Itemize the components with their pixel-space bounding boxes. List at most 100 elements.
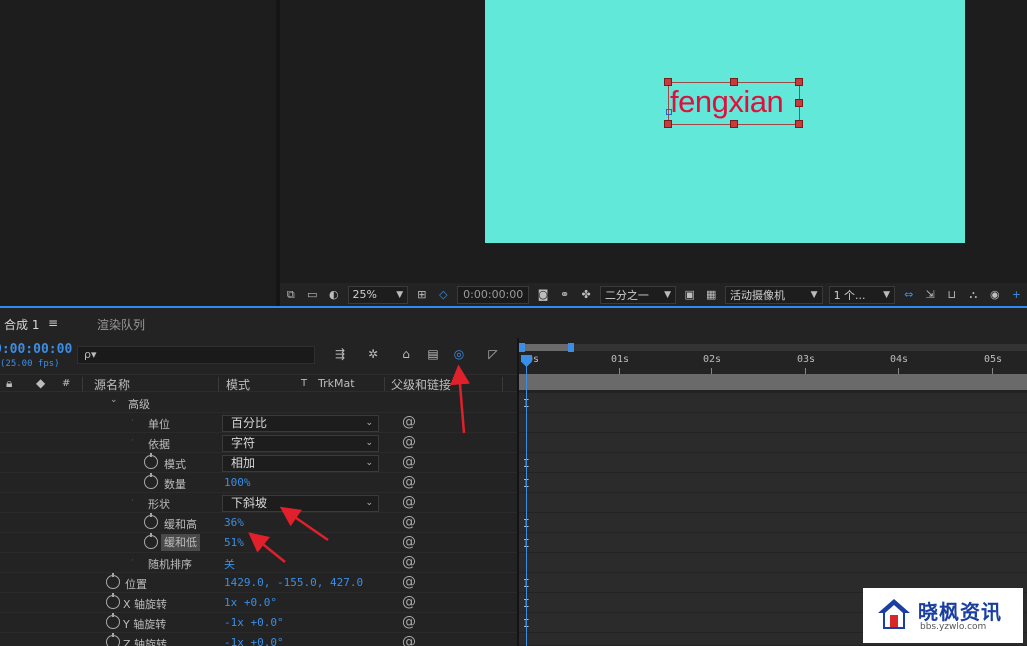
layer-search-input[interactable]: ρ▾	[77, 346, 315, 364]
tab-menu-icon[interactable]: ≡	[48, 316, 58, 330]
stopwatch-icon[interactable]	[106, 633, 120, 646]
work-area-end-handle[interactable]	[568, 343, 574, 352]
shape-dropdown[interactable]: 下斜坡 ⌄	[222, 495, 379, 512]
transparency-grid-icon[interactable]: ▦	[703, 288, 721, 302]
twirl-down-icon[interactable]: ⌄	[110, 395, 118, 405]
layer-duration-bar[interactable]	[519, 374, 1027, 390]
column-divider[interactable]	[502, 377, 503, 391]
pick-whip-icon[interactable]: @	[402, 434, 416, 450]
text-layer[interactable]: fengxian	[664, 78, 803, 128]
column-divider[interactable]	[82, 377, 83, 391]
current-time-field[interactable]: 0:00:00:00	[457, 285, 530, 304]
stopwatch-icon[interactable]	[144, 533, 158, 549]
property-row-advanced[interactable]: ⌄ 高级	[0, 393, 518, 413]
column-parent-link[interactable]: 父级和链接	[391, 376, 451, 393]
lock-icon[interactable]: 🔒︎	[6, 376, 12, 391]
safe-margins-icon[interactable]: ⊞	[413, 288, 431, 302]
stopwatch-icon[interactable]	[106, 613, 120, 629]
pick-whip-icon[interactable]: @	[402, 574, 416, 590]
transform-handle[interactable]	[795, 99, 803, 107]
motion-blur-icon[interactable]: ◎	[451, 347, 467, 361]
pick-whip-icon[interactable]: @	[402, 554, 416, 570]
pick-whip-icon[interactable]: @	[402, 454, 416, 470]
pick-whip-icon[interactable]: @	[402, 634, 416, 646]
label-icon[interactable]: ◆	[36, 376, 45, 390]
draft-3d-icon[interactable]: ✲	[365, 347, 381, 361]
snapshot-icon[interactable]: ◙	[534, 288, 552, 302]
work-area-bar[interactable]	[519, 344, 571, 351]
exposure-icon[interactable]: ◉	[986, 288, 1004, 302]
z-rotation-value[interactable]: -1x +0.0°	[224, 636, 284, 646]
time-ruler[interactable]: 0s 01s 02s 03s 04s 05s	[519, 352, 1027, 374]
transform-handle[interactable]	[664, 78, 672, 86]
column-divider[interactable]	[384, 377, 385, 391]
text-layer-content[interactable]: fengxian	[670, 82, 784, 122]
column-divider[interactable]	[218, 377, 219, 391]
unit-dropdown[interactable]: 百分比 ⌄	[222, 415, 379, 432]
ease-low-value[interactable]: 51%	[224, 536, 244, 549]
property-row-shape[interactable]: · 形状 下斜坡 ⌄ @	[0, 493, 518, 513]
zoom-select[interactable]: 25% ▼	[347, 285, 409, 304]
timeline-icon[interactable]: ⊔	[943, 288, 961, 302]
property-row-y-rotation[interactable]: Y 轴旋转 -1x +0.0° @	[0, 613, 518, 633]
based-on-dropdown[interactable]: 字符 ⌄	[222, 435, 379, 452]
property-row-x-rotation[interactable]: X 轴旋转 1x +0.0° @	[0, 593, 518, 613]
column-source-name[interactable]: 源名称	[94, 376, 130, 393]
shy-layers-icon[interactable]: ⌂	[398, 347, 414, 361]
position-value[interactable]: 1429.0, -155.0, 427.0	[224, 576, 363, 589]
randomize-value[interactable]: 关	[224, 556, 235, 572]
property-row-randomize[interactable]: · 随机排序 关 @	[0, 553, 518, 573]
property-row-z-rotation[interactable]: Z 轴旋转 -1x +0.0° @	[0, 633, 518, 646]
anchor-point[interactable]	[666, 109, 672, 115]
property-row-amount[interactable]: 数量 100% @	[0, 473, 518, 493]
property-row-mode[interactable]: 模式 相加 ⌄ @	[0, 453, 518, 473]
fast-previews-icon[interactable]: ⇲	[922, 288, 940, 302]
property-row-ease-low[interactable]: 缓和低 51% @	[0, 533, 518, 553]
pick-whip-icon[interactable]: @	[402, 514, 416, 530]
tab-composition[interactable]: 合成 1	[4, 316, 39, 333]
show-snapshot-icon[interactable]: ⚭	[556, 288, 574, 302]
composition-mini-flowchart-icon[interactable]: ⇶	[332, 347, 348, 361]
region-of-interest-icon[interactable]: ▣	[681, 288, 699, 302]
mask-visibility-icon[interactable]: ◐	[325, 288, 343, 302]
transform-handle[interactable]	[730, 78, 738, 86]
stopwatch-icon[interactable]	[144, 473, 158, 489]
work-area-start-handle[interactable]	[519, 343, 525, 352]
ease-high-value[interactable]: 36%	[224, 516, 244, 529]
x-rotation-value[interactable]: 1x +0.0°	[224, 596, 277, 609]
mask-path-icon[interactable]: ◇	[435, 288, 453, 302]
pick-whip-icon[interactable]: @	[402, 594, 416, 610]
property-row-unit[interactable]: · 单位 百分比 ⌄ @	[0, 413, 518, 433]
stopwatch-icon[interactable]	[106, 573, 120, 589]
graph-editor-icon[interactable]: ◸	[485, 347, 501, 361]
transform-handle[interactable]	[664, 120, 672, 128]
pick-whip-icon[interactable]: @	[402, 534, 416, 550]
current-time-indicator-line[interactable]	[526, 358, 527, 646]
column-mode[interactable]: 模式	[226, 376, 250, 393]
pick-whip-icon[interactable]: @	[402, 494, 416, 510]
plus-icon[interactable]: +	[1008, 288, 1026, 302]
views-select[interactable]: 1 个... ▼	[828, 285, 895, 304]
stopwatch-icon[interactable]	[144, 513, 158, 529]
transform-handle[interactable]	[795, 120, 803, 128]
mode-dropdown[interactable]: 相加 ⌄	[222, 455, 379, 472]
property-row-ease-high[interactable]: 缓和高 36% @	[0, 513, 518, 533]
timeline-timecode[interactable]: 0:00:00:00	[0, 342, 72, 357]
resolution-select[interactable]: 二分之一 ▼	[599, 285, 676, 304]
composition-canvas[interactable]: fengxian	[485, 0, 965, 243]
column-trkmat[interactable]: TrkMat	[318, 377, 355, 390]
always-preview-icon[interactable]: ⧉	[282, 288, 300, 302]
pick-whip-icon[interactable]: @	[402, 414, 416, 430]
monitor-icon[interactable]: ▭	[304, 288, 322, 302]
property-row-position[interactable]: 位置 1429.0, -155.0, 427.0 @	[0, 573, 518, 593]
transform-handle[interactable]	[730, 120, 738, 128]
stopwatch-icon[interactable]	[144, 453, 158, 469]
composition-viewer[interactable]: fengxian	[280, 0, 1027, 283]
property-row-based-on[interactable]: · 依据 字符 ⌄ @	[0, 433, 518, 453]
amount-value[interactable]: 100%	[224, 476, 251, 489]
frame-blending-icon[interactable]: ▤	[425, 347, 441, 361]
stopwatch-icon[interactable]	[106, 593, 120, 609]
pick-whip-icon[interactable]: @	[402, 474, 416, 490]
tab-render-queue[interactable]: 渲染队列	[97, 316, 145, 333]
y-rotation-value[interactable]: -1x +0.0°	[224, 616, 284, 629]
